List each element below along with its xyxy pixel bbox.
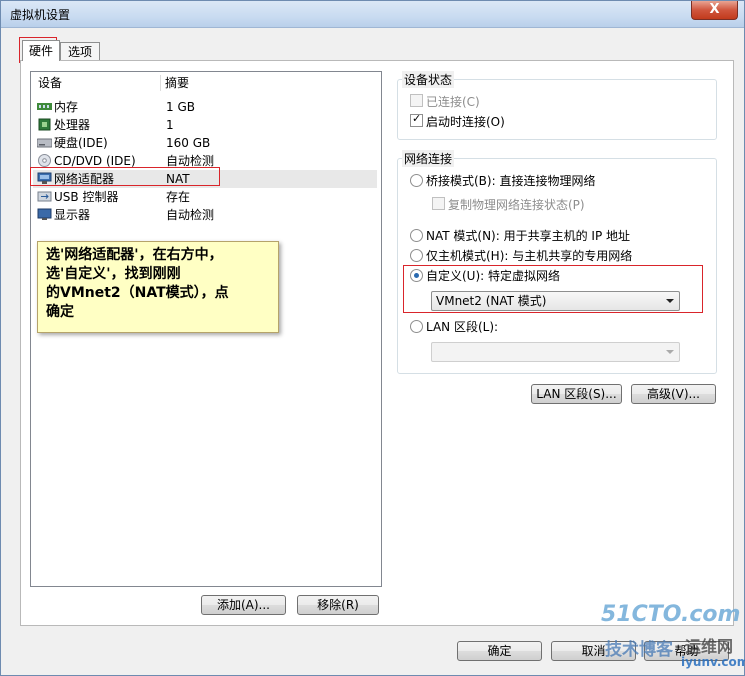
lan-segments-button[interactable]: LAN 区段(S)...: [531, 384, 622, 404]
lan-segment-select[interactable]: [431, 342, 680, 362]
device-value: 160 GB: [166, 136, 211, 150]
advanced-button[interactable]: 高级(V)...: [631, 384, 716, 404]
device-name: 硬盘(IDE): [54, 136, 108, 150]
ok-button-label: 确定: [487, 644, 512, 658]
connected-checkbox[interactable]: [410, 94, 423, 107]
connected-label: 已连接(C): [426, 95, 480, 109]
cd-dvd-icon: [38, 154, 51, 167]
hard-disk-icon: [37, 138, 52, 148]
replicate-state-checkbox[interactable]: [432, 197, 445, 210]
device-value: 自动检测: [166, 208, 215, 222]
column-header-summary: 摘要: [165, 76, 190, 90]
vm-settings-window: 虚拟机设置 X 硬件 选项 设备 摘要 内存 1 GB 处理器 1 硬盘(IDE…: [0, 0, 745, 676]
tab-options-label: 选项: [67, 45, 92, 59]
advanced-button-label: 高级(V)...: [646, 387, 701, 401]
custom-network-select-value: VMnet2 (NAT 模式): [436, 294, 547, 308]
add-button-label: 添加(A)...: [216, 598, 271, 612]
device-name: USB 控制器: [54, 190, 119, 204]
device-row-processor[interactable]: 处理器 1: [33, 116, 377, 134]
tab-options[interactable]: 选项: [60, 42, 100, 61]
bridged-radio[interactable]: [410, 174, 423, 187]
close-icon: X: [709, 2, 720, 17]
device-row-network-adapter[interactable]: 网络适配器 NAT: [33, 170, 377, 188]
annotation-note: 选'网络适配器'，在右方中， 选'自定义'，找到刚刚 的VMnet2（NAT模式…: [37, 241, 279, 333]
custom-label: 自定义(U): 特定虚拟网络: [426, 269, 561, 283]
watermark-domain: iyunv.com: [681, 655, 745, 669]
device-name: 显示器: [54, 208, 91, 222]
device-value: 自动检测: [166, 154, 215, 168]
title-bar: 虚拟机设置 X: [1, 1, 744, 28]
remove-button-label: 移除(R): [317, 598, 359, 612]
nat-label: NAT 模式(N): 用于共享主机的 IP 地址: [426, 229, 631, 243]
device-name: 处理器: [54, 118, 91, 132]
device-row-display[interactable]: 显示器 自动检测: [33, 206, 377, 224]
watermark-yunwei: 运维网: [685, 637, 734, 656]
custom-radio[interactable]: [410, 269, 423, 282]
device-row-cd-dvd[interactable]: CD/DVD (IDE) 自动检测: [33, 152, 377, 170]
device-value: 1 GB: [166, 100, 195, 114]
remove-button[interactable]: 移除(R): [297, 595, 379, 615]
ok-button[interactable]: 确定: [457, 641, 542, 661]
watermark-blog: 技术博客: [605, 640, 673, 660]
connect-at-power-on-label: 启动时连接(O): [426, 115, 505, 129]
device-name: CD/DVD (IDE): [54, 154, 136, 168]
lan-segment-radio[interactable]: [410, 320, 423, 333]
replicate-state-label: 复制物理网络连接状态(P): [448, 198, 585, 212]
device-row-usb[interactable]: USB 控制器 存在: [33, 188, 377, 206]
device-status-label: 设备状态: [402, 71, 455, 88]
processor-icon: [38, 118, 51, 131]
memory-icon: [37, 103, 52, 110]
device-name: 网络适配器: [54, 172, 115, 186]
device-name: 内存: [54, 100, 79, 114]
chevron-down-icon: [666, 299, 674, 303]
chevron-down-icon: [666, 350, 674, 354]
device-row-hard-disk[interactable]: 硬盘(IDE) 160 GB: [33, 134, 377, 152]
watermark-site: 51CTO.com: [601, 602, 741, 627]
host-only-label: 仅主机模式(H): 与主机共享的专用网络: [426, 249, 633, 263]
lan-segment-label: LAN 区段(L):: [426, 320, 499, 334]
device-value: NAT: [166, 172, 190, 186]
usb-icon: [37, 191, 52, 202]
window-title: 虚拟机设置: [10, 8, 71, 22]
checkmark-icon: ✓: [412, 112, 422, 125]
network-connection-label: 网络连接: [402, 150, 455, 167]
cancel-button-label: 取消: [581, 644, 606, 658]
device-value: 存在: [166, 190, 191, 204]
connect-at-power-on-checkbox[interactable]: ✓: [410, 112, 423, 127]
close-button[interactable]: X: [691, 1, 738, 20]
device-row-memory[interactable]: 内存 1 GB: [33, 98, 377, 116]
display-icon: [37, 208, 52, 220]
network-adapter-icon: [37, 172, 52, 184]
column-divider: [160, 75, 161, 91]
bridged-label: 桥接模式(B): 直接连接物理网络: [426, 174, 596, 188]
column-header-device: 设备: [38, 76, 63, 90]
nat-radio[interactable]: [410, 229, 423, 242]
tab-hardware-label: 硬件: [28, 44, 53, 58]
host-only-radio[interactable]: [410, 249, 423, 262]
device-value: 1: [166, 118, 174, 132]
add-button[interactable]: 添加(A)...: [201, 595, 286, 615]
custom-network-select[interactable]: VMnet2 (NAT 模式): [431, 291, 680, 311]
tab-hardware[interactable]: 硬件: [22, 40, 60, 61]
lan-segments-button-label: LAN 区段(S)...: [536, 387, 617, 401]
